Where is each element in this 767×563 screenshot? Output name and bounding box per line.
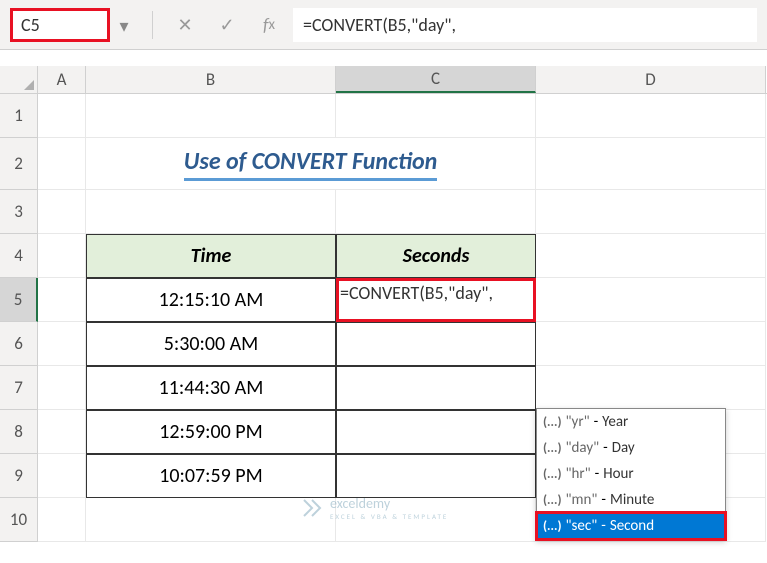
cell-b9[interactable]: 10:07:59 PM bbox=[86, 454, 336, 498]
row-header-7[interactable]: 7 bbox=[0, 366, 38, 410]
cell-b8[interactable]: 12:59:00 PM bbox=[86, 410, 336, 454]
cell-a4[interactable] bbox=[38, 234, 86, 278]
cell-b6[interactable]: 5:30:00 AM bbox=[86, 322, 336, 366]
formula-bar-input[interactable]: =CONVERT(B5,"day", bbox=[293, 8, 757, 42]
autocomplete-value: "hr" bbox=[566, 465, 591, 483]
autocomplete-kind-icon: (...) bbox=[543, 493, 562, 508]
cell-c3[interactable] bbox=[336, 190, 536, 234]
cell-d1[interactable] bbox=[536, 94, 766, 138]
cell-d6[interactable] bbox=[536, 322, 766, 366]
cell-c8[interactable] bbox=[336, 410, 536, 454]
watermark-name: exceldemy bbox=[330, 495, 448, 512]
accept-formula-icon[interactable]: ✓ bbox=[215, 13, 239, 37]
autocomplete-kind-icon: (...) bbox=[543, 519, 562, 534]
divider bbox=[152, 11, 153, 39]
autocomplete-label: Day bbox=[612, 439, 635, 457]
watermark-subtitle: EXCEL & VBA & TEMPLATE bbox=[330, 512, 448, 521]
cell-d5[interactable] bbox=[536, 278, 766, 322]
cell-d7[interactable] bbox=[536, 366, 766, 410]
row-header-1[interactable]: 1 bbox=[0, 94, 38, 138]
cell-a2[interactable] bbox=[38, 138, 86, 190]
cell-b5[interactable]: 12:15:10 AM bbox=[86, 278, 336, 322]
table-header-seconds[interactable]: Seconds bbox=[336, 234, 536, 278]
table-header-time[interactable]: Time bbox=[86, 234, 336, 278]
autocomplete-label: Year bbox=[602, 413, 628, 431]
cell-d2[interactable] bbox=[536, 138, 766, 190]
autocomplete-label: Hour bbox=[603, 465, 633, 483]
cell-b10[interactable] bbox=[86, 498, 336, 542]
cell-d3[interactable] bbox=[536, 190, 766, 234]
autocomplete-kind-icon: (...) bbox=[543, 415, 562, 430]
cell-a8[interactable] bbox=[38, 410, 86, 454]
cell-a10[interactable] bbox=[38, 498, 86, 542]
cell-a6[interactable] bbox=[38, 322, 86, 366]
cancel-formula-icon[interactable]: ✕ bbox=[173, 13, 197, 37]
title-text: Use of CONVERT Function bbox=[184, 147, 438, 181]
cell-a7[interactable] bbox=[38, 366, 86, 410]
watermark-icon bbox=[300, 496, 324, 520]
autocomplete-item-sec[interactable]: (...) "sec" - Second bbox=[537, 513, 725, 539]
name-box-value: C5 bbox=[21, 14, 40, 36]
cell-b7[interactable]: 11:44:30 AM bbox=[86, 366, 336, 410]
column-header-b[interactable]: B bbox=[86, 66, 336, 93]
autocomplete-kind-icon: (...) bbox=[543, 467, 562, 482]
cell-d4[interactable] bbox=[536, 234, 766, 278]
autocomplete-value: "yr" bbox=[566, 413, 590, 431]
autocomplete-item-hr[interactable]: (...) "hr" - Hour bbox=[537, 461, 725, 487]
cell-c6[interactable] bbox=[336, 322, 536, 366]
watermark-logo: exceldemy EXCEL & VBA & TEMPLATE bbox=[300, 495, 448, 521]
cell-b3[interactable] bbox=[86, 190, 336, 234]
fx-icon[interactable]: fx bbox=[257, 13, 281, 37]
select-all-corner[interactable] bbox=[0, 66, 38, 93]
autocomplete-label: Minute bbox=[610, 491, 654, 509]
row-header-5[interactable]: 5 bbox=[0, 278, 38, 322]
active-cell-formula: =CONVERT(B5,"day", bbox=[340, 282, 493, 304]
row-header-6[interactable]: 6 bbox=[0, 322, 38, 366]
row-header-2[interactable]: 2 bbox=[0, 138, 38, 190]
autocomplete-value: "day" bbox=[566, 439, 600, 457]
cell-c7[interactable] bbox=[336, 366, 536, 410]
row-header-8[interactable]: 8 bbox=[0, 410, 38, 454]
cell-b1[interactable] bbox=[86, 94, 336, 138]
row-header-3[interactable]: 3 bbox=[0, 190, 38, 234]
cell-a3[interactable] bbox=[38, 190, 86, 234]
autocomplete-item-yr[interactable]: (...) "yr" - Year bbox=[537, 409, 725, 435]
column-header-a[interactable]: A bbox=[38, 66, 86, 93]
autocomplete-label: Second bbox=[610, 517, 654, 535]
name-box-dropdown-icon[interactable]: ▾ bbox=[111, 13, 137, 39]
column-header-c[interactable]: C bbox=[336, 66, 536, 93]
cell-c9[interactable] bbox=[336, 454, 536, 498]
autocomplete-item-mn[interactable]: (...) "mn" - Minute bbox=[537, 487, 725, 513]
cell-c1[interactable] bbox=[336, 94, 536, 138]
formula-bar-text: =CONVERT(B5,"day", bbox=[303, 14, 456, 36]
autocomplete-value: "mn" bbox=[566, 491, 598, 509]
row-header-4[interactable]: 4 bbox=[0, 234, 38, 278]
row-header-10[interactable]: 10 bbox=[0, 498, 38, 542]
autocomplete-value: "sec" bbox=[566, 517, 598, 535]
row-header-9[interactable]: 9 bbox=[0, 454, 38, 498]
formula-autocomplete-dropdown[interactable]: (...) "yr" - Year (...) "day" - Day (...… bbox=[536, 408, 726, 540]
cell-a9[interactable] bbox=[38, 454, 86, 498]
autocomplete-kind-icon: (...) bbox=[543, 441, 562, 456]
cell-a1[interactable] bbox=[38, 94, 86, 138]
autocomplete-item-day[interactable]: (...) "day" - Day bbox=[537, 435, 725, 461]
name-box[interactable]: C5 ▾ bbox=[10, 8, 110, 42]
cell-a5[interactable] bbox=[38, 278, 86, 322]
column-header-d[interactable]: D bbox=[536, 66, 766, 93]
title-cell[interactable]: Use of CONVERT Function bbox=[86, 138, 536, 190]
